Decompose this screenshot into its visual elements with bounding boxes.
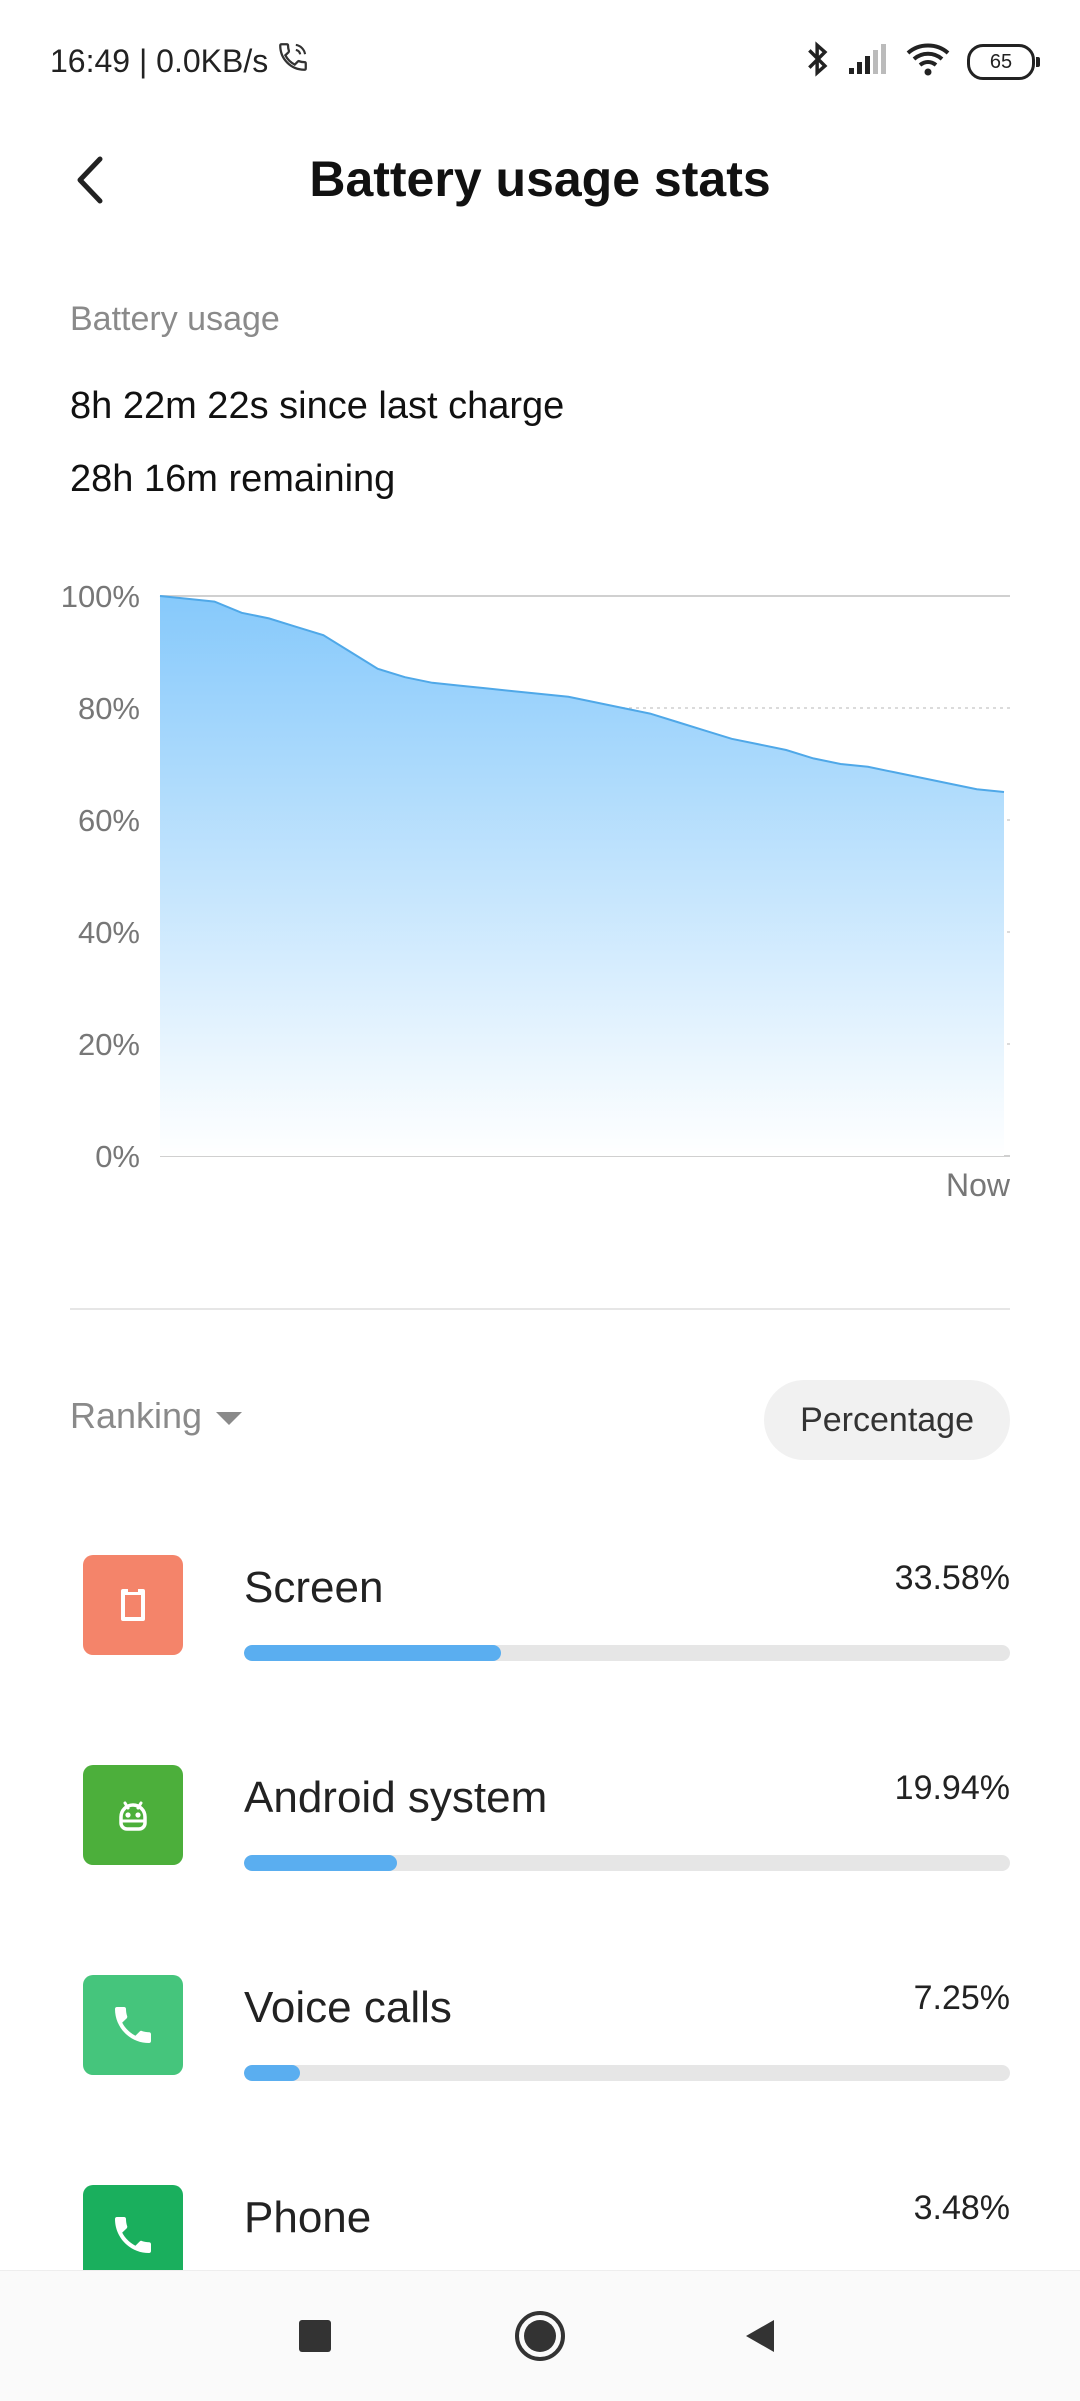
android-icon bbox=[119, 1801, 147, 1831]
y-tick-label: 20% bbox=[78, 1027, 140, 1062]
triangle-back-icon bbox=[746, 2320, 774, 2352]
status-time: 16:49 | 0.0KB/s bbox=[50, 42, 269, 79]
caret-down-icon bbox=[216, 1411, 243, 1425]
divider bbox=[70, 1308, 1010, 1310]
y-tick-label: 80% bbox=[78, 691, 140, 726]
phone-icon bbox=[115, 2217, 151, 2253]
phone-icon bbox=[115, 2007, 151, 2043]
app-percent: 3.48% bbox=[913, 2189, 1010, 2227]
battery-area bbox=[160, 596, 1004, 1156]
wifi-icon bbox=[905, 41, 951, 82]
usage-bar-fill bbox=[244, 2065, 300, 2081]
usage-bar-track bbox=[244, 1645, 1010, 1661]
app-icon-2 bbox=[83, 1975, 183, 2075]
usage-bar-fill bbox=[244, 1855, 397, 1871]
status-right: 65 bbox=[805, 40, 1040, 83]
y-tick-label: 100% bbox=[61, 579, 140, 614]
usage-bar-track bbox=[244, 1855, 1010, 1871]
home-button[interactable] bbox=[505, 2301, 575, 2371]
app-name: Voice calls bbox=[244, 1983, 452, 2032]
app-percent: 33.58% bbox=[894, 1559, 1010, 1597]
app-name: Android system bbox=[244, 1773, 548, 1822]
since-last-charge-text: 8h 22m 22s since last charge bbox=[70, 385, 565, 427]
app-percent: 7.25% bbox=[913, 1979, 1010, 2017]
usage-item[interactable]: Voice calls 7.25% bbox=[0, 1975, 1080, 2155]
remaining-text: 28h 16m remaining bbox=[70, 458, 396, 500]
y-tick-label: 60% bbox=[78, 803, 140, 838]
usage-bar-fill bbox=[244, 1645, 502, 1661]
usage-item[interactable]: Screen 33.58% bbox=[0, 1555, 1080, 1735]
signal-icon bbox=[847, 42, 889, 81]
usage-item[interactable]: Android system 19.94% bbox=[0, 1765, 1080, 1945]
home-circle-icon bbox=[515, 2311, 565, 2361]
recents-button[interactable] bbox=[280, 2301, 350, 2371]
call-icon bbox=[276, 40, 310, 82]
ranking-label: Ranking bbox=[70, 1395, 203, 1436]
app-percent: 19.94% bbox=[894, 1769, 1010, 1807]
page-title: Battery usage stats bbox=[309, 151, 771, 207]
battery-icon: 65 bbox=[967, 43, 1040, 80]
app-icon-0 bbox=[83, 1555, 183, 1655]
navigation-bar bbox=[0, 2270, 1080, 2401]
usage-bar-track bbox=[244, 2065, 1010, 2081]
screen-icon bbox=[121, 1589, 145, 1621]
title-bar: Battery usage stats bbox=[0, 120, 1080, 240]
battery-chart: 100% 80% 60% 40% 20% 0% Now bbox=[61, 579, 1011, 1203]
y-tick-label: 40% bbox=[78, 915, 140, 950]
battery-usage-label: Battery usage bbox=[70, 300, 280, 338]
app-name: Screen bbox=[244, 1563, 384, 1612]
app-icon-1 bbox=[83, 1765, 183, 1865]
bluetooth-icon bbox=[805, 40, 831, 83]
status-bar: 16:49 | 0.0KB/s 65 bbox=[0, 0, 1080, 120]
app-name: Phone bbox=[244, 2193, 372, 2242]
square-icon bbox=[299, 2320, 331, 2352]
y-tick-label: 0% bbox=[95, 1139, 140, 1174]
ranking-dropdown[interactable]: Ranking bbox=[70, 1395, 243, 1437]
status-left: 16:49 | 0.0KB/s bbox=[50, 40, 310, 82]
back-nav-button[interactable] bbox=[725, 2301, 795, 2371]
percentage-button[interactable]: Percentage bbox=[764, 1380, 1010, 1460]
ranking-row: Ranking Percentage bbox=[70, 1375, 1010, 1465]
x-axis-now-label: Now bbox=[946, 1167, 1011, 1203]
